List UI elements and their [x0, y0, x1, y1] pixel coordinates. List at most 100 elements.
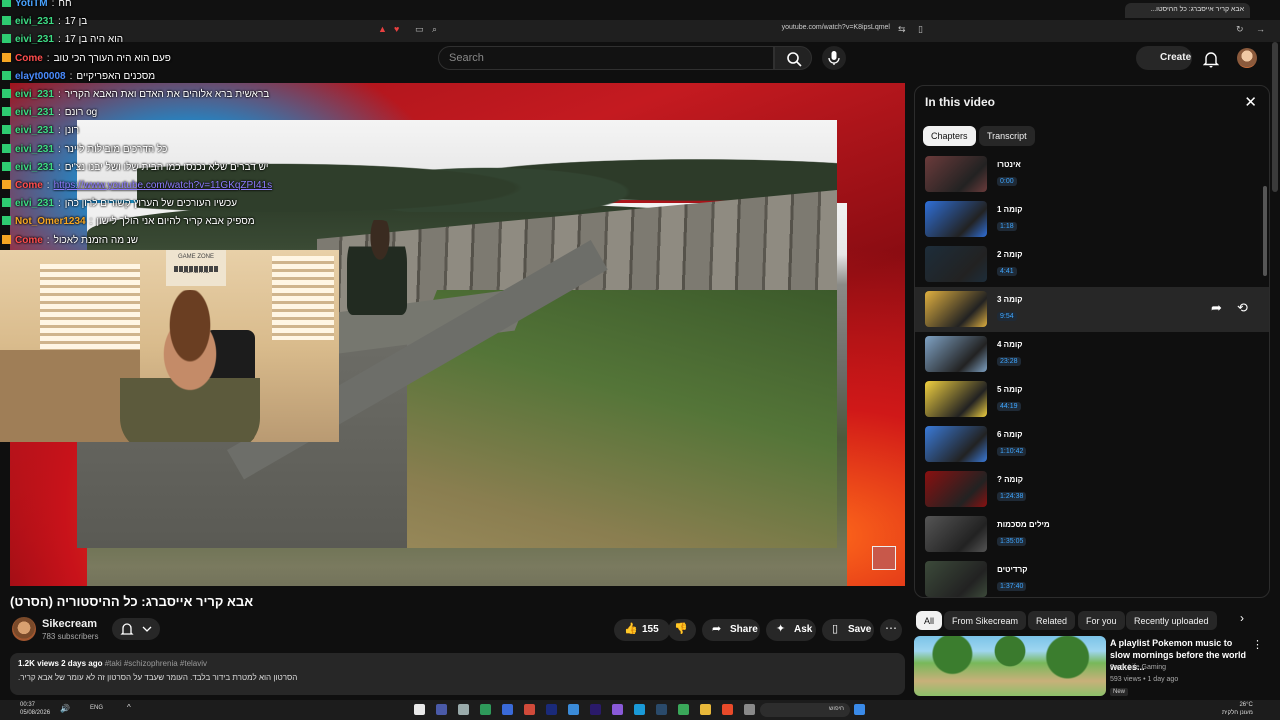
- chat-username[interactable]: eivi_231: [15, 16, 54, 27]
- recommendation-channel[interactable]: Farm Life Gaming: [1110, 664, 1166, 671]
- after-effects-icon[interactable]: [546, 704, 557, 715]
- chip-recently-uploaded[interactable]: Recently uploaded: [1126, 611, 1217, 630]
- chapter-timestamp[interactable]: 1:10:42: [997, 447, 1027, 456]
- chip-all[interactable]: All: [916, 611, 943, 630]
- video-thumbnail-overlay[interactable]: [872, 546, 896, 570]
- chat-username[interactable]: eivi_231: [15, 107, 54, 118]
- chat-username[interactable]: Not_Omer1234: [15, 216, 86, 227]
- chapter-timestamp[interactable]: 4:41: [997, 267, 1017, 276]
- description-box[interactable]: 1.2K views 2 days ago #taki #schizophren…: [10, 653, 905, 695]
- chapter-timestamp[interactable]: 9:54: [997, 312, 1017, 321]
- voice-search-button[interactable]: [822, 46, 846, 70]
- windows-start-icon[interactable]: [854, 704, 865, 715]
- chat-username[interactable]: eivi_231: [15, 125, 54, 136]
- brave-shield-icon[interactable]: ▲: [378, 24, 387, 34]
- chip-for-you[interactable]: For you: [1078, 611, 1125, 630]
- taskbar-search[interactable]: חיפוש: [760, 703, 850, 717]
- app-icon-5[interactable]: [502, 704, 513, 715]
- account-avatar[interactable]: [1237, 48, 1257, 68]
- brave-icon[interactable]: [722, 704, 733, 715]
- taskbar-clock[interactable]: 00:37 05/08/2026: [20, 701, 50, 717]
- chapter-timestamp[interactable]: 1:24:38: [997, 492, 1027, 501]
- browser-tab[interactable]: אבא קריר אייסברג: כל ההיסטו...: [1125, 3, 1250, 18]
- app-icon-6[interactable]: [524, 704, 535, 715]
- chapter-item[interactable]: קומה 4 23:28: [915, 332, 1269, 377]
- app-icon-8[interactable]: [568, 704, 579, 715]
- share-button[interactable]: ➦ Share: [702, 619, 760, 641]
- chapter-item[interactable]: קומה 5 44:19: [915, 377, 1269, 422]
- folder-icon[interactable]: [700, 704, 711, 715]
- forward-icon[interactable]: →: [1256, 24, 1265, 34]
- chapter-timestamp[interactable]: 1:37:40: [997, 582, 1027, 591]
- chat-username[interactable]: Come: [15, 180, 43, 191]
- channel-avatar[interactable]: [12, 617, 36, 641]
- save-button[interactable]: ▯ Save: [822, 619, 874, 641]
- chapter-item[interactable]: מילים מסכמות 1:35:05: [915, 512, 1269, 557]
- chat-username[interactable]: eivi_231: [15, 89, 54, 100]
- chat-username[interactable]: eivi_231: [15, 198, 54, 209]
- app-icon-2[interactable]: [436, 704, 447, 715]
- premiere-icon[interactable]: [590, 704, 601, 715]
- weather-widget[interactable]: 26°C מעונן חלקית: [1222, 701, 1253, 717]
- chip-from-channel[interactable]: From Sikecream: [944, 611, 1027, 630]
- app-icon-16[interactable]: [744, 704, 755, 715]
- chapter-item[interactable]: קומה 6 1:10:42: [915, 422, 1269, 467]
- notifications-bell-icon[interactable]: [1203, 50, 1219, 68]
- chapter-item[interactable]: קומה 1 1:18: [915, 197, 1269, 242]
- chapter-timestamp[interactable]: 1:35:05: [997, 537, 1027, 546]
- app-icon-13[interactable]: [678, 704, 689, 715]
- app-icon-4[interactable]: [480, 704, 491, 715]
- chat-username[interactable]: YotiTM: [15, 0, 48, 9]
- subscribed-button[interactable]: [112, 618, 160, 640]
- chat-username[interactable]: eivi_231: [15, 144, 54, 155]
- recommendation-thumbnail[interactable]: [914, 636, 1106, 696]
- more-actions-icon[interactable]: ⋯: [880, 619, 902, 641]
- app-icon-11[interactable]: [634, 704, 645, 715]
- tab-chapters[interactable]: Chapters: [923, 126, 976, 146]
- tune-icon[interactable]: ⇆: [898, 24, 906, 35]
- chapter-item[interactable]: קומה 2 4:41: [915, 242, 1269, 287]
- chapter-timestamp[interactable]: 0:00: [997, 177, 1017, 186]
- search-input[interactable]: Search: [438, 46, 774, 70]
- chat-username[interactable]: eivi_231: [15, 34, 54, 45]
- page-scrollbar[interactable]: [1272, 42, 1278, 192]
- channel-name[interactable]: Sikecream: [42, 618, 97, 630]
- loop-chapter-icon[interactable]: ⟲: [1237, 300, 1248, 316]
- chevron-right-icon[interactable]: ›: [1240, 611, 1244, 625]
- chat-username[interactable]: eivi_231: [15, 162, 54, 173]
- chapter-timestamp[interactable]: 1:18: [997, 222, 1017, 231]
- tab-transcript[interactable]: Transcript: [979, 126, 1035, 146]
- tray-chevron-icon[interactable]: ^: [127, 703, 131, 712]
- chat-link[interactable]: https://www.youtube.com/watch?v=11GKqZPI…: [54, 180, 273, 191]
- steam-icon[interactable]: [656, 704, 667, 715]
- reload-icon[interactable]: ↻: [1236, 24, 1244, 35]
- app-icon-3[interactable]: [458, 704, 469, 715]
- language-indicator[interactable]: ENG: [90, 705, 103, 711]
- app-icon-1[interactable]: [414, 704, 425, 715]
- close-icon[interactable]: ✕: [1244, 93, 1257, 111]
- ask-button[interactable]: ✦ Ask: [766, 619, 816, 641]
- chapter-item[interactable]: קרדיטים 1:37:40: [915, 557, 1269, 597]
- zoom-icon[interactable]: ⌕: [432, 24, 437, 35]
- address-field[interactable]: youtube.com/watch?v=K8ipsLqmel: [640, 24, 910, 38]
- bookmark-icon[interactable]: ▯: [918, 24, 923, 35]
- panel-scrollbar[interactable]: [1263, 186, 1267, 276]
- screen-icon[interactable]: ▭: [415, 24, 424, 35]
- app-icon-10[interactable]: [612, 704, 623, 715]
- dislike-button[interactable]: 👎: [668, 619, 696, 641]
- share-chapter-icon[interactable]: ➦: [1211, 300, 1222, 316]
- chapter-item[interactable]: קומה ? 1:24:38: [915, 467, 1269, 512]
- extension-icon[interactable]: ♥: [394, 24, 399, 34]
- chat-username[interactable]: Come: [15, 235, 43, 246]
- create-button[interactable]: Create: [1136, 46, 1192, 70]
- chat-username[interactable]: elayt00008: [15, 71, 66, 82]
- chat-username[interactable]: Come: [15, 53, 43, 64]
- like-button[interactable]: 👍 155: [614, 619, 670, 641]
- chip-related[interactable]: Related: [1028, 611, 1076, 630]
- chapter-item[interactable]: אינטרו 0:00: [915, 152, 1269, 197]
- search-button[interactable]: [774, 46, 812, 70]
- more-vert-icon[interactable]: ⋮: [1252, 638, 1263, 651]
- volume-icon[interactable]: 🔊: [60, 704, 70, 713]
- chapter-timestamp[interactable]: 23:28: [997, 357, 1021, 366]
- hashtags[interactable]: #taki #schizophrenia #telaviv: [105, 659, 207, 668]
